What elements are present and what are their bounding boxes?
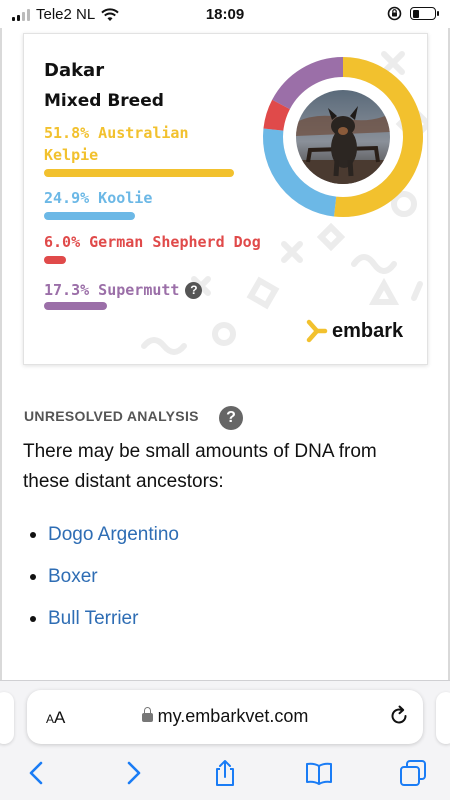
status-right [387,6,439,21]
ancestor-list: Dogo Argentino Boxer Bull Terrier [30,514,179,640]
breed-label-line2: Kelpie [44,146,99,164]
dog-photo [296,90,390,184]
ancestor-label[interactable]: Bull Terrier [48,603,138,635]
orientation-lock-icon [387,6,402,21]
embark-logo-text: embark [332,319,404,342]
ancestor-link-boxer[interactable]: Boxer [30,556,179,598]
unresolved-description: There may be small amounts of DNA from t… [23,441,377,492]
ancestor-label[interactable]: Dogo Argentino [48,519,179,551]
breed-bar-australian-kelpie [44,169,234,177]
url-display[interactable]: my.embarkvet.com [27,706,423,727]
supermutt-help-icon[interactable]: ? [185,282,203,299]
breed-bar-koolie [44,212,136,220]
breed-label-australian-kelpie: 51.8% Australian Kelpie [44,122,189,166]
bullet [30,532,36,538]
bookmarks-icon[interactable] [304,758,334,788]
embark-logo-icon [306,319,328,343]
next-tab-preview[interactable] [436,692,450,744]
url-text: my.embarkvet.com [157,706,309,726]
forward-icon[interactable] [118,758,148,788]
breed-label-supermutt: 17.3% Supermutt? [44,279,203,301]
breed-donut-chart [263,57,423,217]
address-bar[interactable]: AA my.embarkvet.com [27,690,423,744]
breed-bar-supermutt [44,302,108,310]
embark-logo: embark [304,318,403,344]
breed-type: Mixed Breed [44,91,164,111]
breed-label-german-shepherd: 6.0% German Shepherd Dog [44,233,261,251]
bullet [30,574,36,580]
dog-name: Dakar [44,60,105,81]
ancestor-label[interactable]: Boxer [48,561,98,593]
breed-label-koolie: 24.9% Koolie [44,189,153,207]
status-bar: Tele2 NL 18:09 [0,0,450,28]
tabs-icon[interactable] [398,758,428,788]
breed-label-line1: 51.8% Australian [44,124,189,142]
ancestor-link-bull-terrier[interactable]: Bull Terrier [30,598,179,640]
lock-icon [141,707,153,722]
status-time: 18:09 [205,6,245,23]
reload-icon[interactable] [387,704,411,728]
breed-label-supermutt-text: 17.3% Supermutt [44,281,180,299]
breed-bar-german-shepherd [44,256,66,264]
share-icon[interactable] [210,758,240,788]
battery-icon [410,7,439,20]
bullet [30,616,36,622]
unresolved-help-icon[interactable]: ? [219,406,243,430]
unresolved-analysis-title: UNRESOLVED ANALYSIS [24,408,199,424]
battery-fill [412,9,419,18]
previous-tab-preview[interactable] [0,692,14,744]
breed-mix-card: Dakar Mixed Breed 51.8% Australian Kelpi… [23,33,428,365]
donut-segment-2 [263,99,291,132]
back-icon[interactable] [22,758,52,788]
ancestor-link-dogo-argentino[interactable]: Dogo Argentino [30,514,179,556]
